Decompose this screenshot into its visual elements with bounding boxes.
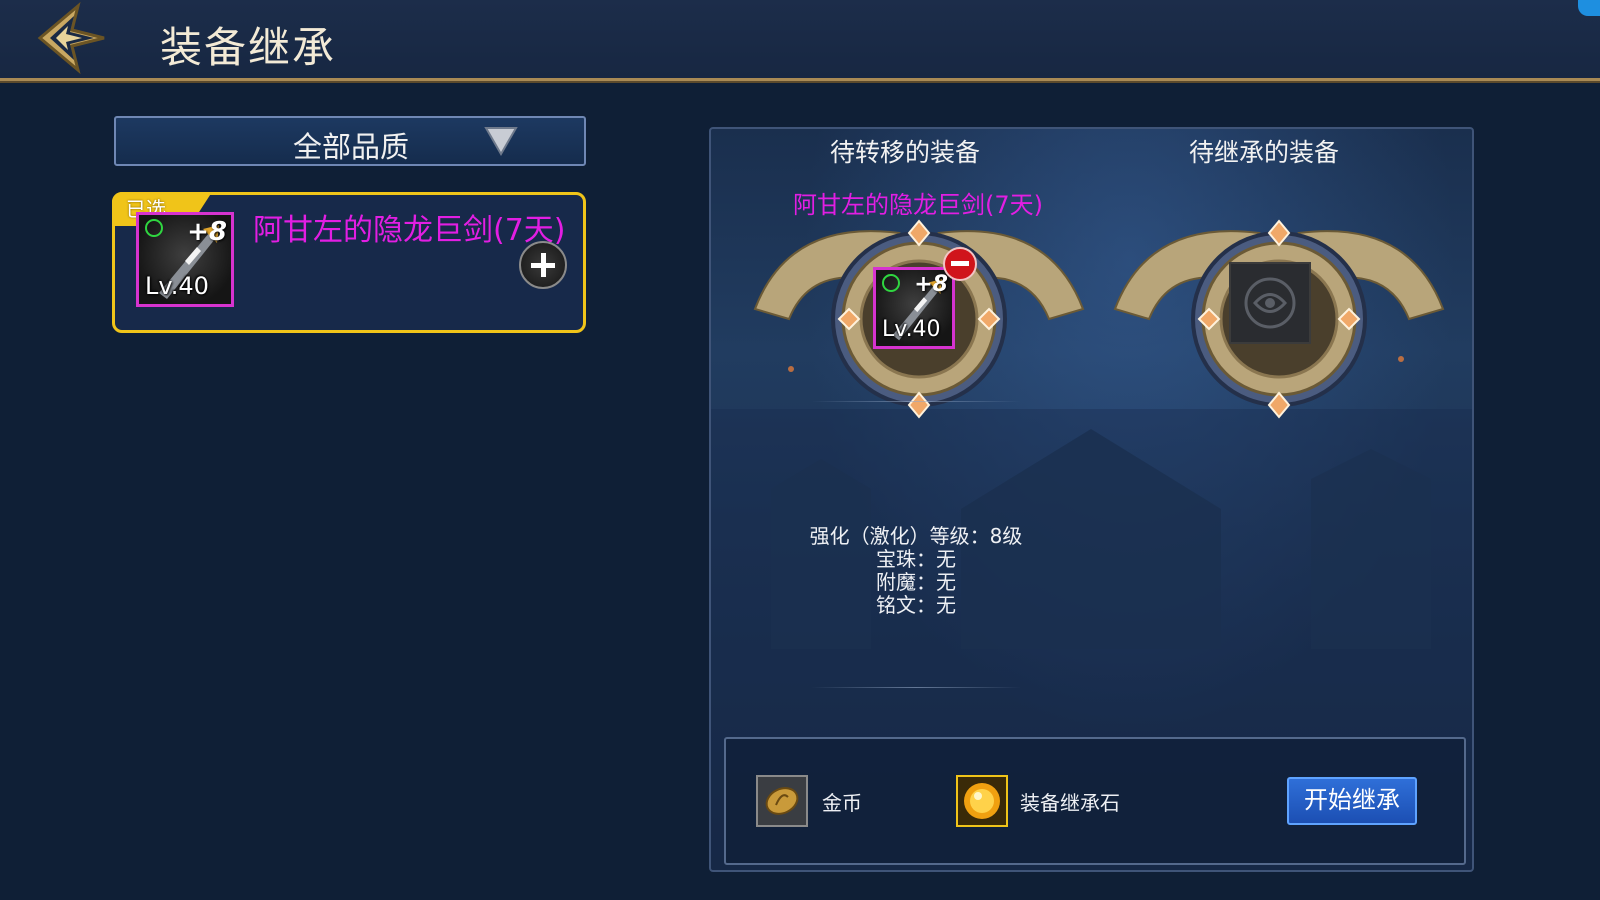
- empty-slot-emblem-icon: [1244, 277, 1296, 329]
- gold-label: 金币: [822, 791, 862, 815]
- attr-enhance-level: 强化（激化）等级：8级: [809, 524, 1023, 548]
- enhance-level: +8: [914, 272, 948, 297]
- source-equipment-icon[interactable]: +8 Lv.40: [873, 267, 955, 349]
- add-equipment-button[interactable]: [519, 241, 567, 289]
- target-slot-title: 待继承的装备: [1188, 138, 1339, 167]
- corner-indicator[interactable]: [1578, 0, 1600, 16]
- back-arrow-icon[interactable]: [34, 2, 110, 74]
- enhance-level: +8: [187, 217, 227, 247]
- equipment-level: Lv.40: [882, 317, 941, 342]
- page-title: 装备继承: [160, 23, 337, 72]
- target-equipment-slot[interactable]: [1229, 262, 1311, 344]
- equipment-level: Lv.40: [145, 272, 209, 300]
- header-bar: 装备继承: [0, 0, 1600, 81]
- coin-icon: [765, 787, 799, 815]
- equipment-icon: +8 Lv.40: [136, 212, 234, 307]
- timer-icon: [882, 274, 900, 292]
- equipment-list-item[interactable]: 已选 +8 Lv.40 阿甘左的隐龙巨剑(7天): [112, 192, 586, 333]
- start-inherit-button[interactable]: 开始继承: [1287, 777, 1417, 825]
- source-equipment-name: 阿甘左的隐龙巨剑(7天): [793, 191, 1043, 219]
- quality-filter-dropdown[interactable]: 全部品质: [114, 116, 586, 166]
- gold-coin-icon: [756, 775, 808, 827]
- inherit-stone-icon: [956, 775, 1008, 827]
- inheritance-panel: 待转移的装备 待继承的装备 阿甘左的隐龙巨剑(7天) +8 Lv.40 强化（激…: [709, 127, 1474, 872]
- dropdown-arrow-icon: [484, 127, 518, 156]
- equipment-name: 阿甘左的隐龙巨剑(7天): [253, 213, 566, 248]
- timer-icon: [145, 219, 163, 237]
- equipment-attributes: 强化（激化）等级：8级 宝珠：无 附魔：无 铭文：无: [771, 525, 1061, 617]
- stone-icon: [964, 783, 1000, 819]
- attr-enchant: 附魔：无: [876, 570, 956, 594]
- cost-bar: 金币 装备继承石 开始继承: [724, 737, 1466, 865]
- stone-label: 装备继承石: [1020, 791, 1120, 815]
- divider-top: [811, 401, 1021, 402]
- attr-inscription: 铭文：无: [876, 593, 956, 617]
- remove-equipment-button[interactable]: [943, 247, 977, 281]
- source-slot-title: 待转移的装备: [829, 138, 980, 167]
- attr-orb: 宝珠：无: [876, 547, 956, 571]
- divider-bottom: [811, 687, 1021, 688]
